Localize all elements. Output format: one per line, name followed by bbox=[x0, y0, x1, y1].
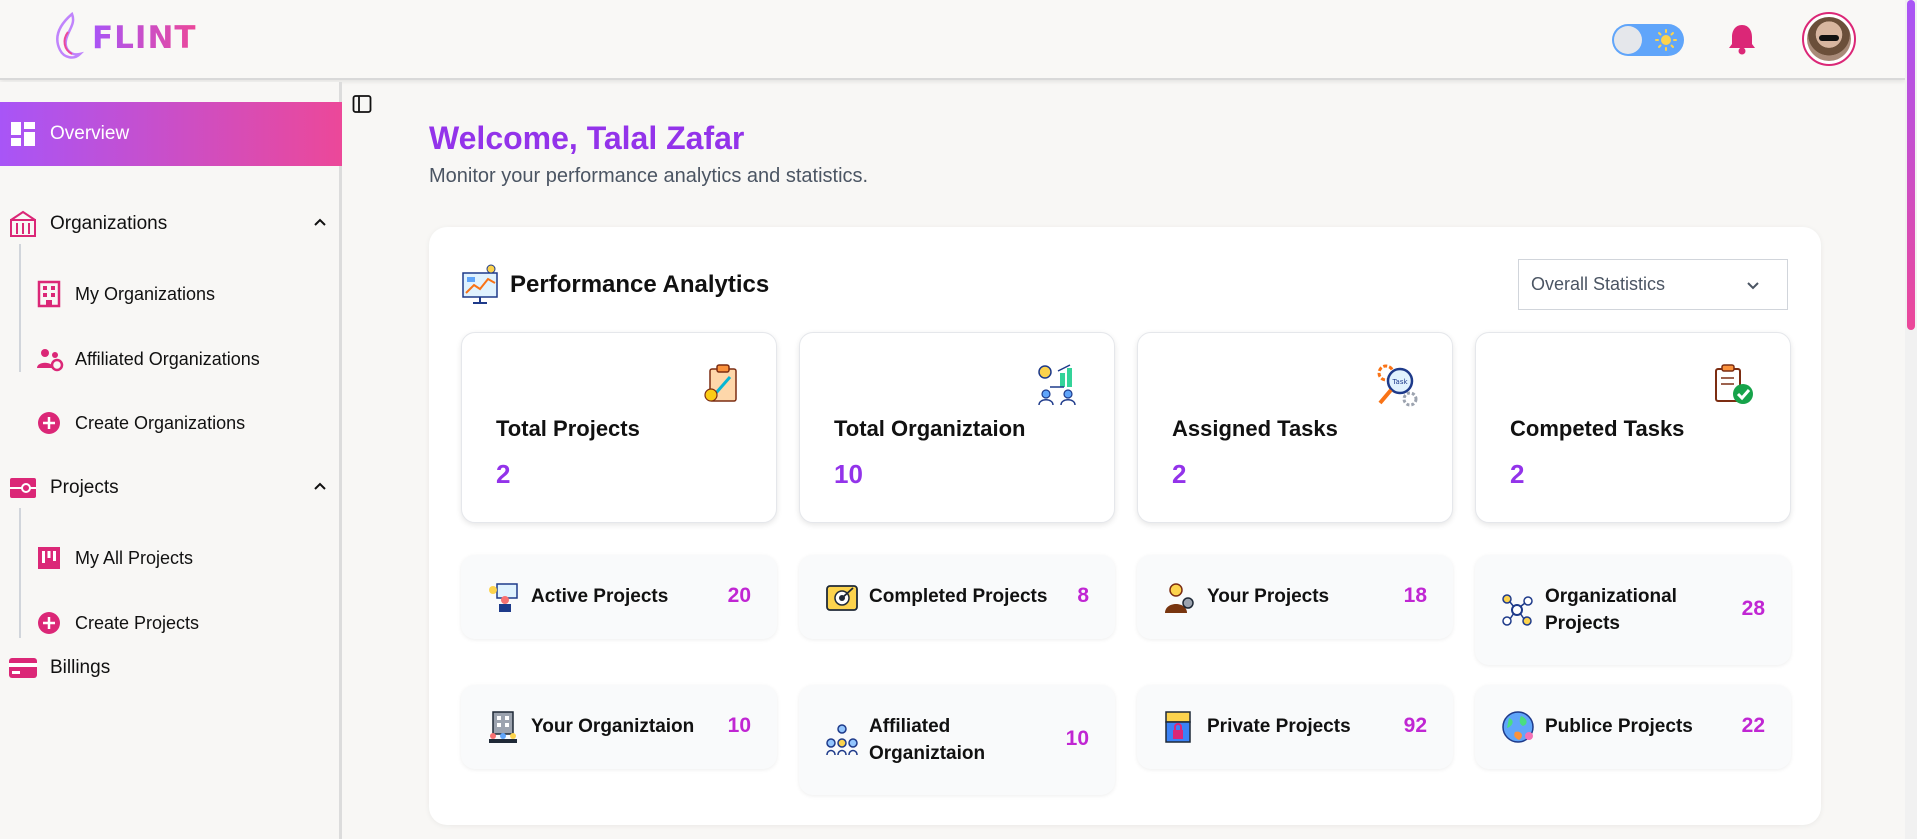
sidebar-item-organizations[interactable]: Organizations bbox=[0, 204, 342, 244]
tile-your-organization[interactable]: Your Organiztaion 10 bbox=[461, 685, 777, 769]
tile-active-projects[interactable]: Active Projects 20 bbox=[461, 555, 777, 639]
dashboard-icon bbox=[11, 122, 35, 146]
scrollbar-thumb[interactable] bbox=[1907, 0, 1915, 330]
tile-completed-projects[interactable]: Completed Projects 8 bbox=[799, 555, 1115, 639]
stat-value: 2 bbox=[496, 459, 511, 489]
sidebar-item-label: Billings bbox=[50, 657, 111, 678]
sidebar-item-projects[interactable]: Projects bbox=[0, 468, 342, 508]
sidebar-toggle-icon[interactable] bbox=[352, 94, 372, 114]
stat-card-competed-tasks[interactable]: Competed Tasks 2 bbox=[1475, 332, 1791, 523]
org-chart-icon bbox=[1038, 364, 1076, 406]
tile-label: Publice Projects bbox=[1545, 716, 1693, 737]
tile-value: 10 bbox=[1065, 727, 1089, 750]
sidebar-item-label: Create Organizations bbox=[75, 412, 246, 433]
task-magnifier-icon: Task bbox=[1377, 364, 1418, 407]
tile-value: 22 bbox=[1741, 714, 1765, 737]
credit-card-icon bbox=[9, 658, 37, 678]
tile-label: Organizational Projects bbox=[1545, 586, 1677, 634]
lock-folder-icon bbox=[1165, 711, 1191, 743]
sidebar-item-label: My All Projects bbox=[75, 547, 194, 568]
analytics-chart-icon bbox=[462, 264, 498, 304]
stat-card-total-organization[interactable]: Total Organiztaion 10 bbox=[799, 332, 1115, 523]
users-gear-icon bbox=[37, 349, 64, 372]
building-people-icon bbox=[489, 711, 517, 743]
sidebar-item-billings[interactable]: Billings bbox=[0, 648, 342, 688]
plus-circle-icon bbox=[38, 412, 60, 434]
tile-label: Completed Projects bbox=[869, 586, 1048, 607]
clipboard-icon bbox=[704, 364, 737, 402]
tree-line bbox=[19, 244, 21, 372]
chevron-up-icon[interactable] bbox=[312, 214, 328, 230]
stat-value: 10 bbox=[834, 459, 863, 489]
sidebar-item-overview[interactable]: Overview bbox=[0, 102, 342, 166]
theme-toggle[interactable] bbox=[1612, 24, 1684, 56]
tile-value: 28 bbox=[1741, 597, 1765, 620]
sidebar-item-label: Overview bbox=[50, 123, 130, 144]
stat-title: Total Projects bbox=[496, 416, 640, 441]
tile-your-projects[interactable]: Your Projects 18 bbox=[1137, 555, 1453, 639]
stat-value: 2 bbox=[1172, 459, 1187, 489]
tile-private-projects[interactable]: Private Projects 92 bbox=[1137, 685, 1453, 769]
kanban-icon bbox=[38, 547, 60, 569]
stat-card-assigned-tasks[interactable]: Task Assigned Tasks 2 bbox=[1137, 332, 1453, 523]
statistics-filter-select[interactable]: Overall Statistics bbox=[1518, 259, 1788, 310]
tile-value: 20 bbox=[727, 584, 751, 607]
sidebar: Overview Organizations My Organizations … bbox=[0, 82, 342, 839]
tile-label: Affiliated Organiztaion bbox=[869, 716, 986, 764]
select-value: Overall Statistics bbox=[1531, 274, 1666, 294]
sidebar-item-label: Create Projects bbox=[75, 612, 200, 633]
bell-icon[interactable] bbox=[1726, 22, 1758, 56]
tile-organizational-projects[interactable]: Organizational Projects 28 bbox=[1475, 555, 1791, 665]
stat-title: Total Organiztaion bbox=[834, 416, 1026, 441]
stat-card-total-projects[interactable]: Total Projects 2 bbox=[461, 332, 777, 523]
page-subtitle: Monitor your performance analytics and s… bbox=[429, 165, 869, 187]
stat-title: Assigned Tasks bbox=[1172, 416, 1338, 441]
clipboard-check-icon bbox=[1715, 364, 1753, 404]
team-network-icon bbox=[826, 724, 858, 756]
avatar-glasses bbox=[1819, 35, 1839, 41]
chevron-up-icon[interactable] bbox=[312, 478, 328, 494]
plus-circle-icon bbox=[38, 612, 60, 634]
sidebar-item-label: Organizations bbox=[50, 213, 168, 234]
top-header: FLINT bbox=[0, 0, 1905, 80]
target-icon bbox=[826, 585, 858, 611]
building-icon bbox=[37, 280, 61, 308]
sidebar-item-label: My Organizations bbox=[75, 283, 216, 304]
tile-value: 10 bbox=[727, 714, 751, 737]
stat-value: 2 bbox=[1510, 459, 1525, 489]
globe-icon bbox=[1502, 711, 1534, 743]
sun-icon bbox=[1655, 29, 1677, 51]
user-avatar[interactable] bbox=[1802, 12, 1856, 66]
presenter-icon bbox=[489, 583, 518, 612]
toggle-knob bbox=[1614, 26, 1642, 54]
network-icon bbox=[1502, 594, 1533, 626]
tile-value: 8 bbox=[1077, 584, 1089, 607]
tile-value: 18 bbox=[1403, 584, 1427, 607]
tile-label: Your Organiztaion bbox=[531, 716, 695, 737]
building-columns-icon bbox=[10, 210, 36, 237]
tile-publice-projects[interactable]: Publice Projects 22 bbox=[1475, 685, 1791, 769]
flame-logo-icon bbox=[56, 12, 85, 59]
svg-text:Task: Task bbox=[1391, 378, 1408, 386]
analytics-panel: Performance Analytics Overall Statistics… bbox=[429, 227, 1821, 825]
brand-name: FLINT bbox=[92, 20, 197, 56]
person-gear-icon bbox=[1165, 583, 1194, 613]
project-icon bbox=[10, 478, 36, 498]
avatar-image bbox=[1807, 17, 1851, 61]
tile-label: Active Projects bbox=[531, 586, 669, 607]
chevron-down-icon bbox=[1747, 282, 1759, 290]
tile-label: Your Projects bbox=[1207, 586, 1330, 607]
brand-logo[interactable]: FLINT bbox=[50, 12, 197, 64]
page-title: Welcome, Talal Zafar bbox=[429, 120, 745, 156]
tile-label: Private Projects bbox=[1207, 716, 1351, 737]
tree-line bbox=[19, 508, 21, 638]
sidebar-item-label: Affiliated Organizations bbox=[75, 348, 260, 369]
tile-value: 92 bbox=[1403, 714, 1427, 737]
panel-title: Performance Analytics bbox=[510, 271, 770, 298]
tile-affiliated-organization[interactable]: Affiliated Organiztaion 10 bbox=[799, 685, 1115, 795]
sidebar-item-label: Projects bbox=[50, 477, 119, 498]
stat-title: Competed Tasks bbox=[1510, 416, 1685, 441]
